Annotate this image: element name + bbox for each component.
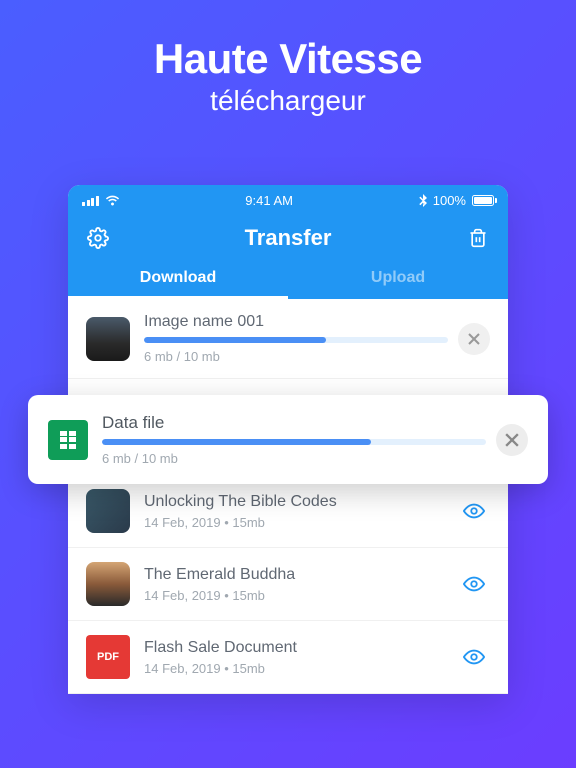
- list-item: Image name 001 6 mb / 10 mb: [68, 299, 508, 379]
- eye-icon: [463, 503, 485, 519]
- download-list: Image name 001 6 mb / 10 mb Unlocking Th…: [68, 299, 508, 694]
- list-item: The Emerald Buddha 14 Feb, 2019 • 15mb: [68, 548, 508, 621]
- thumbnail-icon: [86, 317, 130, 361]
- trash-icon: [468, 227, 488, 249]
- thumbnail-icon: [86, 489, 130, 533]
- item-meta: 14 Feb, 2019 • 15mb: [144, 588, 448, 603]
- view-button[interactable]: [458, 641, 490, 673]
- bluetooth-icon: [419, 194, 427, 207]
- item-title: Unlocking The Bible Codes: [144, 493, 448, 511]
- item-meta: 14 Feb, 2019 • 15mb: [144, 661, 448, 676]
- tabs: Download Upload: [68, 257, 508, 299]
- eye-icon: [463, 649, 485, 665]
- cancel-button[interactable]: [458, 323, 490, 355]
- list-item: Unlocking The Bible Codes 14 Feb, 2019 •…: [68, 475, 508, 548]
- floating-item: Data file 6 mb / 10 mb: [28, 395, 548, 484]
- thumbnail-icon: [86, 562, 130, 606]
- gear-icon: [87, 227, 109, 249]
- hero-title: Haute Vitesse: [0, 35, 576, 83]
- item-meta: 6 mb / 10 mb: [102, 451, 486, 466]
- battery-icon: [472, 195, 494, 206]
- item-title: The Emerald Buddha: [144, 566, 448, 584]
- view-button[interactable]: [458, 568, 490, 600]
- item-meta: 14 Feb, 2019 • 15mb: [144, 515, 448, 530]
- settings-button[interactable]: [86, 226, 110, 250]
- close-icon: [468, 333, 480, 345]
- cancel-button[interactable]: [496, 424, 528, 456]
- progress-bar: [102, 439, 486, 445]
- close-icon: [505, 433, 519, 447]
- pdf-label: PDF: [97, 651, 119, 663]
- hero-subtitle: téléchargeur: [0, 85, 576, 117]
- signal-icon: [82, 195, 99, 206]
- hero: Haute Vitesse téléchargeur: [0, 0, 576, 117]
- progress-bar: [144, 337, 448, 343]
- sheets-icon: [48, 420, 88, 460]
- item-title: Image name 001: [144, 313, 448, 331]
- tab-download[interactable]: Download: [68, 257, 288, 299]
- battery-percent: 100%: [433, 193, 466, 208]
- list-item: PDF Flash Sale Document 14 Feb, 2019 • 1…: [68, 621, 508, 694]
- item-title: Data file: [102, 413, 486, 433]
- app-header: Transfer: [68, 215, 508, 257]
- view-button[interactable]: [458, 495, 490, 527]
- page-title: Transfer: [245, 225, 332, 251]
- tab-download-label: Download: [140, 269, 216, 286]
- status-time: 9:41 AM: [245, 193, 293, 208]
- status-bar: 9:41 AM 100%: [68, 185, 508, 215]
- eye-icon: [463, 576, 485, 592]
- wifi-icon: [105, 195, 120, 206]
- delete-button[interactable]: [466, 226, 490, 250]
- item-title: Flash Sale Document: [144, 639, 448, 657]
- item-meta: 6 mb / 10 mb: [144, 349, 448, 364]
- pdf-icon: PDF: [86, 635, 130, 679]
- tab-upload-label: Upload: [371, 269, 425, 286]
- tab-upload[interactable]: Upload: [288, 257, 508, 299]
